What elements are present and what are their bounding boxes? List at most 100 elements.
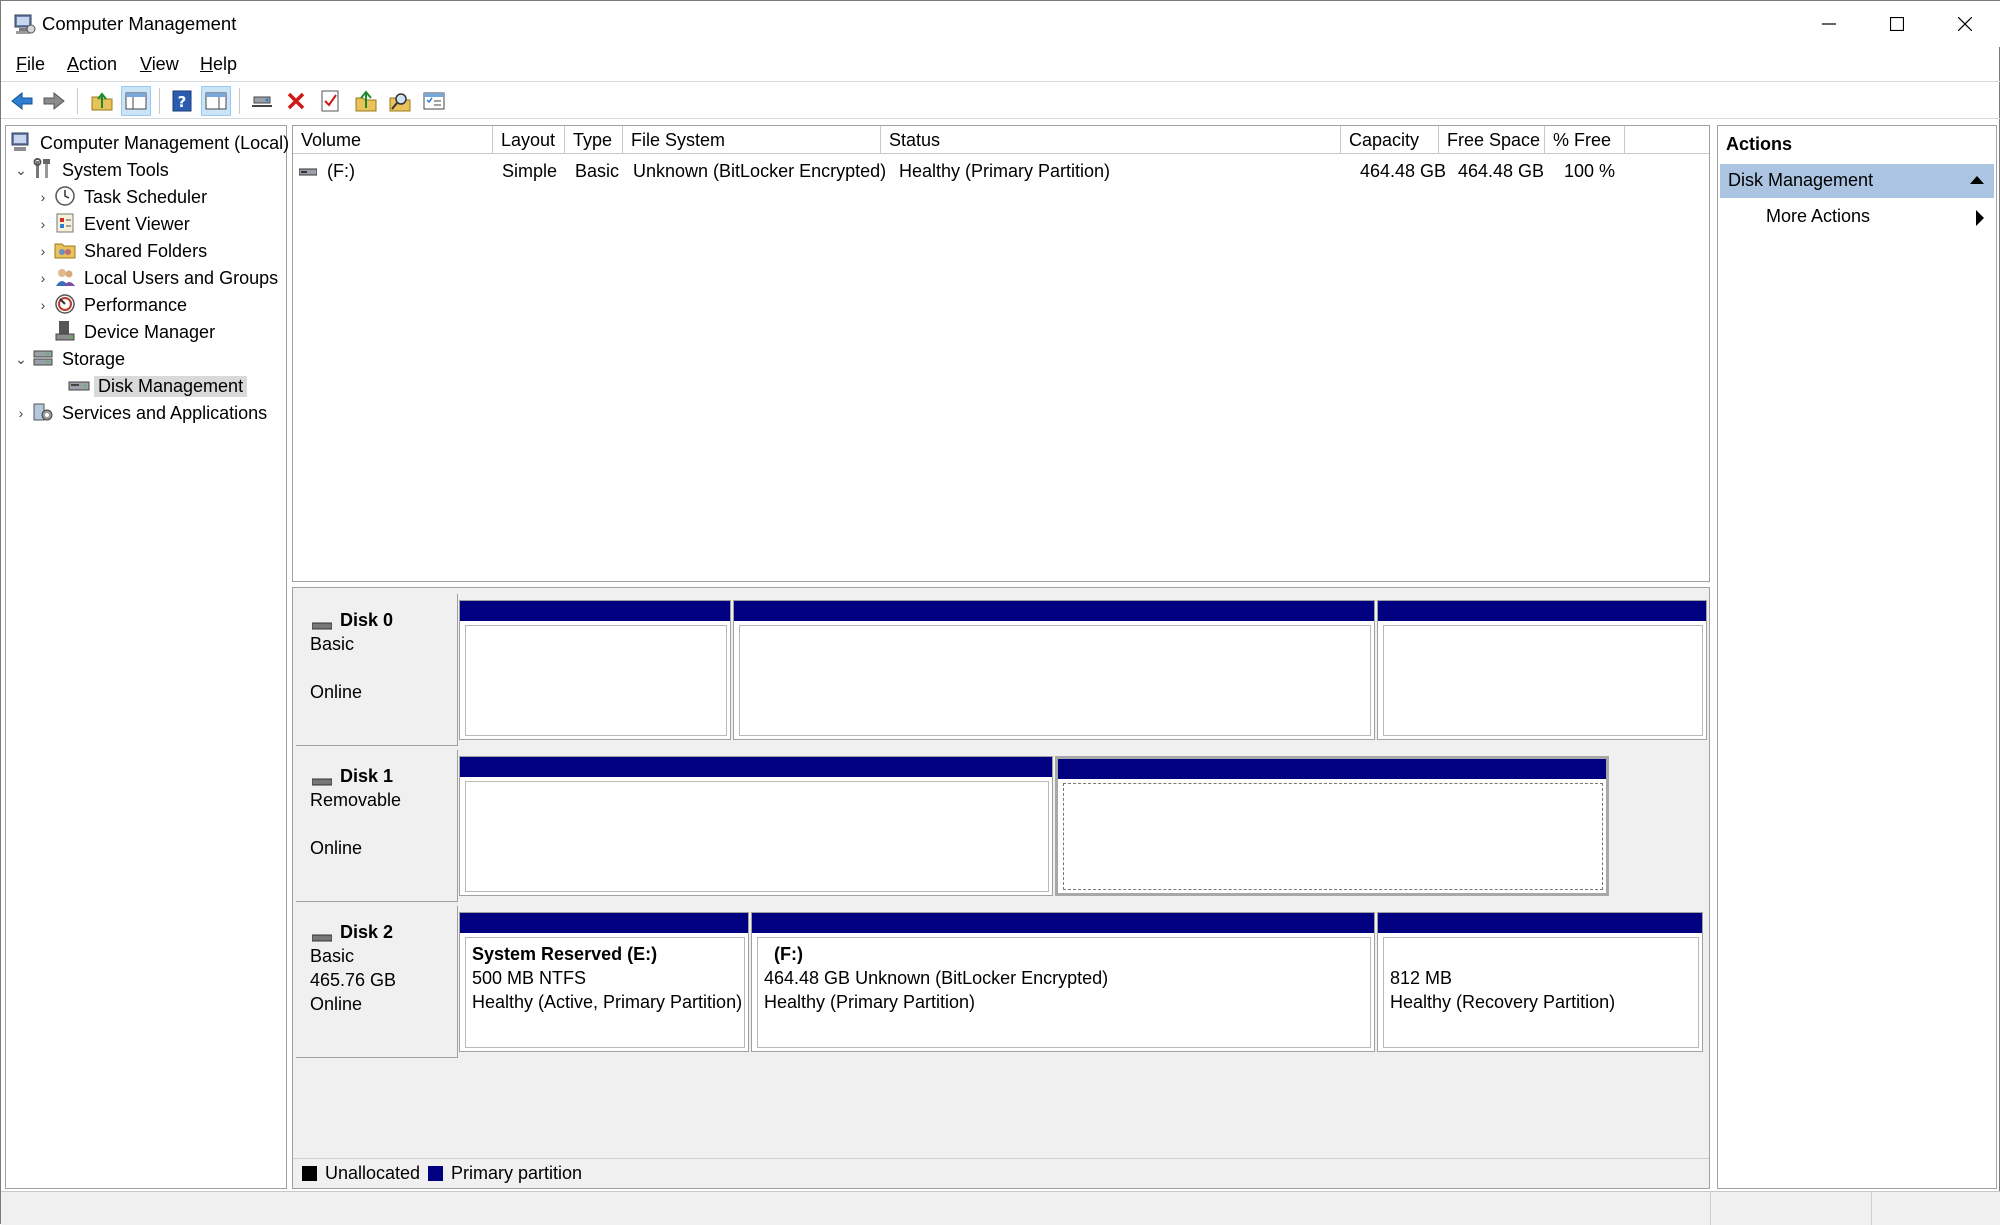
title-bar: Computer Management (1, 1, 2000, 47)
legend: Unallocated Primary partition (293, 1158, 1709, 1188)
primary-partition-bar (1378, 913, 1702, 933)
tree-item-shared-folders[interactable]: › Shared Folders (32, 238, 207, 264)
tree-item-computer-management[interactable]: Computer Management (Local) (10, 130, 289, 156)
primary-partition-bar (1058, 759, 1606, 779)
toolbar: ? (1, 81, 2000, 119)
partition[interactable] (459, 600, 731, 740)
computer-icon (10, 131, 34, 155)
disk-2-info[interactable]: Disk 2 Basic 465.76 GB Online (296, 906, 458, 1058)
settings-icon[interactable] (419, 86, 449, 116)
tree-item-device-manager[interactable]: Device Manager (54, 319, 215, 345)
app-window: Computer Management File Action View Hel… (0, 0, 2000, 1225)
partition-system-reserved[interactable]: System Reserved (E:) 500 MB NTFS Healthy… (459, 912, 749, 1052)
connect-icon[interactable] (247, 86, 277, 116)
partition-title: (F:) (774, 944, 803, 964)
menu-file[interactable]: File (16, 54, 45, 75)
column-header-layout[interactable]: Layout (493, 126, 565, 154)
tree-label: Shared Folders (84, 240, 208, 261)
submenu-arrow-icon[interactable] (1976, 210, 1984, 226)
tree-item-services-and-applications[interactable]: › Services and Applications (10, 400, 267, 426)
menu-help[interactable]: Help (200, 54, 237, 75)
tree-item-storage[interactable]: ⌄ Storage (10, 346, 125, 372)
cell-type: Basic (575, 161, 620, 181)
show-hide-tree-icon[interactable] (121, 86, 151, 116)
disk-1-info[interactable]: Disk 1 Removable Online (296, 750, 458, 902)
close-button[interactable] (1931, 1, 1999, 47)
maximize-button[interactable] (1863, 1, 1931, 47)
more-actions[interactable]: More Actions (1766, 206, 1870, 227)
toolbar-separator (239, 88, 240, 114)
tree-label: Local Users and Groups (84, 267, 279, 288)
column-header-type[interactable]: Type (565, 126, 623, 154)
toolbar-separator (159, 88, 160, 114)
device-manager-icon (54, 320, 78, 344)
disk-status: Online (310, 682, 363, 702)
menu-file-label: ile (27, 54, 46, 74)
partition[interactable] (733, 600, 1375, 740)
disk-management-icon (68, 374, 92, 398)
disk-status: Online (310, 994, 363, 1014)
cell-status: Healthy (Primary Partition) (899, 161, 1111, 181)
actions-section-label: Disk Management (1728, 170, 1874, 190)
tools-icon (32, 158, 56, 182)
menu-view-accel: V (140, 54, 152, 74)
cell-percent-free: 100 % (1564, 161, 1616, 181)
primary-partition-bar (460, 601, 730, 621)
partition-status: Healthy (Recovery Partition) (1390, 992, 1616, 1012)
storage-icon (32, 347, 56, 371)
chevron-right-icon[interactable]: › (10, 405, 32, 421)
delete-icon[interactable] (281, 86, 311, 116)
column-header-percent-free[interactable]: % Free (1545, 126, 1625, 154)
tree-item-system-tools[interactable]: ⌄ System Tools (10, 157, 169, 183)
tree-label: Performance (84, 294, 188, 315)
menu-action[interactable]: Action (67, 54, 117, 75)
column-header-volume[interactable]: Volume (293, 126, 493, 154)
partition-f[interactable]: (F:) 464.48 GB Unknown (BitLocker Encryp… (751, 912, 1375, 1052)
column-header-file-system[interactable]: File System (623, 126, 881, 154)
disk-0-info[interactable]: Disk 0 Basic Online (296, 594, 458, 746)
forward-icon[interactable] (39, 86, 69, 116)
partition[interactable] (459, 756, 1053, 896)
disk-icon (311, 770, 333, 786)
actions-disk-management[interactable]: Disk Management (1720, 164, 1994, 198)
menu-view[interactable]: View (140, 54, 179, 75)
disk-size: 465.76 GB (310, 970, 397, 990)
chevron-right-icon[interactable]: › (32, 189, 54, 205)
primary-partition-bar (1378, 601, 1706, 621)
show-hide-action-pane-icon[interactable] (201, 86, 231, 116)
column-header-capacity[interactable]: Capacity (1341, 126, 1439, 154)
column-header-free-space[interactable]: Free Space (1439, 126, 1545, 154)
partition-body: 812 MB Healthy (Recovery Partition) (1383, 937, 1699, 1048)
help-icon[interactable]: ? (167, 86, 197, 116)
partition[interactable] (1377, 600, 1707, 740)
chevron-right-icon[interactable]: › (32, 270, 54, 286)
up-folder-icon[interactable] (87, 86, 117, 116)
partition-selected[interactable] (1055, 756, 1609, 896)
chevron-right-icon[interactable]: › (32, 243, 54, 259)
back-icon[interactable] (7, 86, 37, 116)
chevron-right-icon[interactable]: › (32, 216, 54, 232)
chevron-down-icon[interactable]: ⌄ (10, 162, 32, 179)
column-header-status[interactable]: Status (881, 126, 1341, 154)
tree-item-performance[interactable]: › Performance (32, 292, 187, 318)
users-icon (54, 266, 78, 290)
chevron-down-icon[interactable]: ⌄ (10, 351, 32, 368)
partition-size: 500 MB NTFS (472, 968, 587, 988)
legend-primary: Primary partition (451, 1163, 583, 1183)
minimize-button[interactable] (1795, 1, 1863, 47)
chevron-right-icon[interactable]: › (32, 297, 54, 313)
tree-item-task-scheduler[interactable]: › Task Scheduler (32, 184, 207, 210)
properties-icon[interactable] (315, 86, 345, 116)
collapse-up-icon[interactable] (1970, 176, 1984, 184)
tree-item-disk-management[interactable]: Disk Management (68, 373, 248, 399)
partition-recovery[interactable]: 812 MB Healthy (Recovery Partition) (1377, 912, 1703, 1052)
search-icon[interactable] (385, 86, 415, 116)
partition-size: 464.48 GB Unknown (BitLocker Encrypted) (764, 968, 1109, 988)
toolbar-separator (77, 88, 78, 114)
tree-label: Storage (62, 348, 126, 369)
open-folder-icon[interactable] (351, 86, 381, 116)
tree-item-local-users[interactable]: › Local Users and Groups (32, 265, 278, 291)
cell-capacity: 464.48 GB (1360, 161, 1447, 181)
tree-item-event-viewer[interactable]: › Event Viewer (32, 211, 190, 237)
tree-label: Computer Management (Local) (40, 132, 290, 153)
